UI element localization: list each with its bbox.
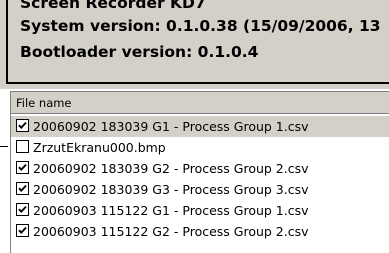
file-row[interactable]: ZrzutEkranu000.bmp [11,137,389,158]
file-name: 20060903 115122 G1 - Process Group 1.csv [33,203,309,218]
column-header-label: File name [16,96,72,110]
file-name: 20060903 115122 G2 - Process Group 2.csv [33,224,309,239]
recorder-window: Screen Recorder KD7 System version: 0.1.… [0,0,389,253]
checkmark-icon [18,205,27,213]
checkmark-icon [18,226,27,234]
file-list[interactable]: File name 20060902 183039 G1 - Process G… [10,91,389,253]
system-version: System version: 0.1.0.38 (15/09/2006, 13 [20,17,381,35]
checkmark-icon [18,163,27,171]
checkmark-icon [18,184,27,192]
device-info-box: Screen Recorder KD7 System version: 0.1.… [6,0,389,84]
file-row[interactable]: 20060903 115122 G2 - Process Group 2.csv [11,221,389,242]
file-checkbox[interactable] [16,224,29,237]
file-rows: 20060902 183039 G1 - Process Group 1.csv… [11,116,389,242]
file-row[interactable]: 20060902 183039 G1 - Process Group 1.csv [11,116,389,137]
file-name: 20060902 183039 G3 - Process Group 3.csv [33,182,309,197]
file-row[interactable]: 20060902 183039 G3 - Process Group 3.csv [11,179,389,200]
file-name: ZrzutEkranu000.bmp [33,140,166,155]
file-checkbox[interactable] [16,119,29,132]
file-row[interactable]: 20060902 183039 G2 - Process Group 2.csv [11,158,389,179]
file-checkbox[interactable] [16,182,29,195]
checkmark-icon [18,121,27,129]
device-name: Screen Recorder KD7 [20,0,206,12]
pointer-line [0,146,8,147]
file-name: 20060902 183039 G1 - Process Group 1.csv [33,119,309,134]
column-header-file-name[interactable]: File name [11,92,389,114]
file-name: 20060902 183039 G2 - Process Group 2.csv [33,161,309,176]
device-info-panel: Screen Recorder KD7 System version: 0.1.… [0,0,389,89]
file-checkbox[interactable] [16,161,29,174]
file-row[interactable]: 20060903 115122 G1 - Process Group 1.csv [11,200,389,221]
bootloader-version: Bootloader version: 0.1.0.4 [20,43,259,61]
file-checkbox[interactable] [16,203,29,216]
file-checkbox[interactable] [16,140,29,153]
